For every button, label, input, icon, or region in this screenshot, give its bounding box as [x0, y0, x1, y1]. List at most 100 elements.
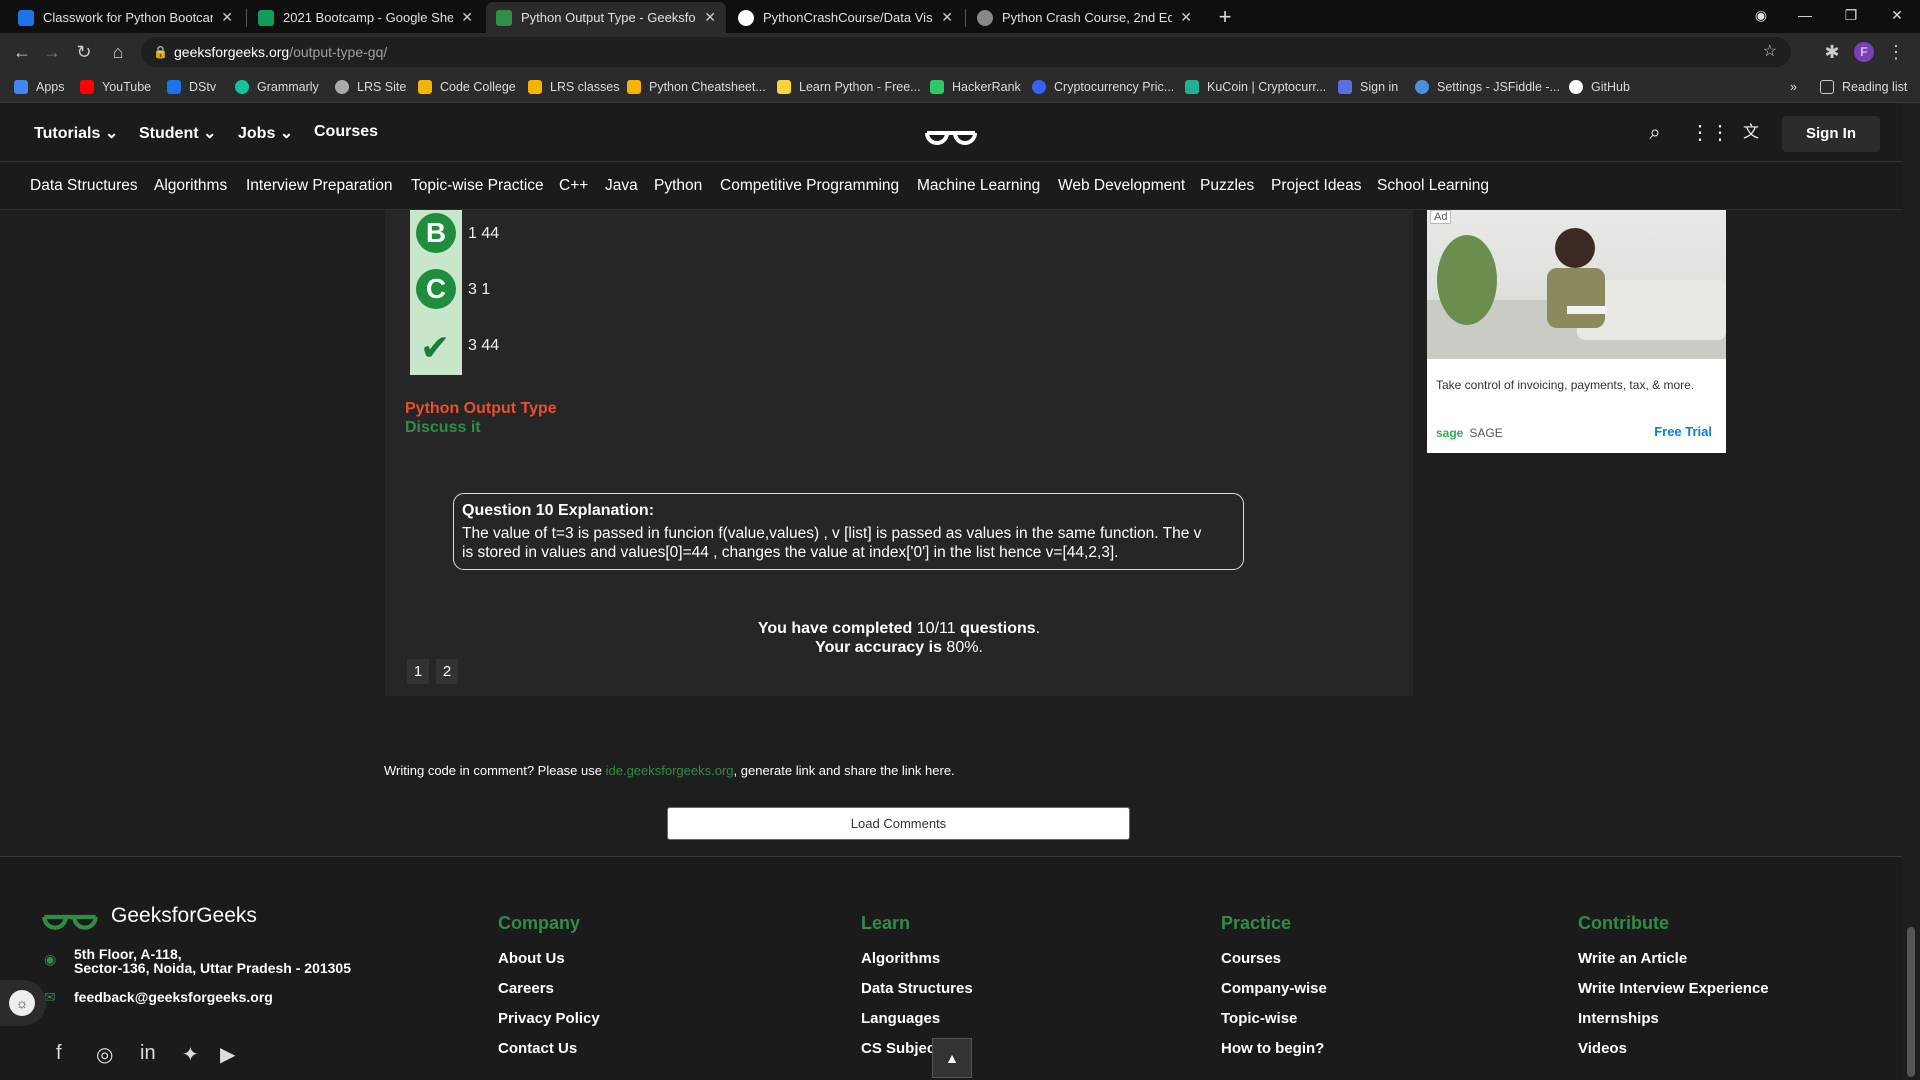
footer-link-write-article[interactable]: Write an Article — [1578, 950, 1687, 967]
scrollbar-thumb[interactable] — [1907, 927, 1915, 1077]
page-2-button[interactable]: 2 — [436, 659, 458, 684]
footer-link-how-to-begin[interactable]: How to begin? — [1221, 1040, 1324, 1057]
close-tab-icon[interactable]: ✕ — [461, 9, 473, 26]
bookmark-lrs-site[interactable]: LRS Site — [335, 78, 406, 96]
footer-link-write-interview[interactable]: Write Interview Experience — [1578, 980, 1769, 997]
subnav-algorithms[interactable]: Algorithms — [154, 177, 227, 195]
apps-grid-icon[interactable]: ⋮⋮ — [1690, 120, 1730, 146]
minimize-button[interactable]: — — [1782, 0, 1828, 33]
page-1-button[interactable]: 1 — [407, 659, 429, 684]
footer-link-contact[interactable]: Contact Us — [498, 1040, 577, 1057]
bookmark-code-college[interactable]: Code College — [418, 78, 516, 96]
option-c-marker[interactable]: C — [416, 269, 456, 309]
option-b-marker[interactable]: B — [416, 213, 456, 253]
browser-tab-active[interactable]: Python Output Type - GeeksforG ✕ — [486, 2, 726, 33]
menu-kebab-icon[interactable]: ⋮ — [1884, 40, 1908, 64]
reload-icon[interactable]: ↻ — [72, 40, 96, 64]
footer-link-topic-wise[interactable]: Topic-wise — [1221, 1010, 1297, 1027]
bookmark-dstv[interactable]: DStv — [167, 78, 216, 96]
extensions-icon[interactable]: ✱ — [1820, 40, 1844, 64]
close-tab-icon[interactable]: ✕ — [704, 9, 716, 26]
home-icon[interactable]: ⌂ — [106, 40, 130, 64]
advertisement[interactable]: Ad Take control of invoicing, payments, … — [1427, 210, 1726, 453]
subnav-topic-wise-practice[interactable]: Topic-wise Practice — [411, 177, 544, 195]
linkedin-icon[interactable]: in — [140, 1042, 156, 1065]
footer-link-careers[interactable]: Careers — [498, 980, 554, 997]
nav-jobs[interactable]: Jobs ⌄ — [238, 123, 293, 143]
instagram-icon[interactable]: ◎ — [96, 1042, 113, 1067]
subnav-competitive-programming[interactable]: Competitive Programming — [720, 177, 899, 195]
translate-icon[interactable]: 文 — [1738, 120, 1764, 146]
subnav-cpp[interactable]: C++ — [559, 177, 588, 195]
sign-in-button[interactable]: Sign In — [1782, 116, 1880, 152]
nav-student[interactable]: Student ⌄ — [139, 123, 216, 143]
footer-link-algorithms[interactable]: Algorithms — [861, 950, 940, 967]
bookmark-github[interactable]: GitHub — [1569, 78, 1630, 96]
discuss-link[interactable]: Discuss it — [405, 419, 481, 437]
bookmark-lrs-classes[interactable]: LRS classes — [528, 78, 619, 96]
ad-free-trial-link[interactable]: Free Trial — [1654, 424, 1712, 439]
search-icon[interactable]: ⌕ — [1642, 120, 1668, 146]
bookmark-learn-python[interactable]: Learn Python - Free... — [777, 78, 921, 96]
footer-link-internships[interactable]: Internships — [1578, 1010, 1659, 1027]
profile-dropdown-icon[interactable]: ◉ — [1738, 0, 1784, 33]
bookmark-sign-in[interactable]: Sign in — [1338, 78, 1398, 96]
twitter-icon[interactable]: ✦ — [182, 1042, 199, 1067]
close-window-button[interactable]: ✕ — [1874, 0, 1920, 33]
location-pin-icon: ◉ — [44, 951, 57, 967]
restore-button[interactable]: ❐ — [1828, 0, 1874, 33]
bookmark-jsfiddle[interactable]: Settings - JSFiddle -... — [1415, 78, 1560, 96]
page-scrollbar[interactable] — [1902, 103, 1920, 1080]
ide-link[interactable]: ide.geeksforgeeks.org — [606, 763, 734, 778]
subnav-machine-learning[interactable]: Machine Learning — [917, 177, 1040, 195]
new-tab-button[interactable]: + — [1212, 5, 1238, 31]
load-comments-button[interactable]: Load Comments — [667, 807, 1130, 840]
profile-avatar[interactable]: F — [1854, 42, 1874, 62]
footer-link-about[interactable]: About Us — [498, 950, 565, 967]
footer-link-languages[interactable]: Languages — [861, 1010, 940, 1027]
close-tab-icon[interactable]: ✕ — [1180, 9, 1192, 26]
subnav-java[interactable]: Java — [605, 177, 638, 195]
nav-tutorials[interactable]: Tutorials ⌄ — [34, 123, 118, 143]
nav-courses[interactable]: Courses — [314, 123, 378, 141]
back-icon[interactable]: ← — [10, 40, 34, 64]
bookmark-star-icon[interactable]: ☆ — [1763, 37, 1777, 67]
url-input[interactable]: 🔒 geeksforgeeks.org/output-type-gq/ ☆ — [141, 37, 1791, 67]
theme-toggle-button[interactable]: ☼ — [0, 980, 46, 1026]
bookmark-python-cheatsheet[interactable]: Python Cheatsheet... — [627, 78, 766, 96]
footer-link-videos[interactable]: Videos — [1578, 1040, 1627, 1057]
footer-email[interactable]: feedback@geeksforgeeks.org — [74, 989, 273, 1005]
close-tab-icon[interactable]: ✕ — [941, 9, 953, 26]
subnav-web-development[interactable]: Web Development — [1058, 177, 1185, 195]
bookmark-hackerrank[interactable]: HackerRank — [930, 78, 1021, 96]
browser-tab[interactable]: PythonCrashCourse/Data Visuali ✕ — [728, 2, 963, 33]
bookmarks-overflow-icon[interactable]: » — [1790, 78, 1797, 96]
subnav-puzzles[interactable]: Puzzles — [1200, 177, 1254, 195]
subnav-data-structures[interactable]: Data Structures — [30, 177, 138, 195]
youtube-icon[interactable]: ▶ — [220, 1042, 235, 1067]
forward-icon[interactable]: → — [40, 40, 64, 64]
footer-link-data-structures[interactable]: Data Structures — [861, 980, 973, 997]
browser-tab[interactable]: Python Crash Course, 2nd Editio ✕ — [967, 2, 1202, 33]
bookmark-youtube[interactable]: YouTube — [80, 78, 151, 96]
reading-list[interactable]: Reading list — [1820, 78, 1907, 96]
browser-tab[interactable]: Classwork for Python Bootcamp ✕ — [8, 2, 243, 33]
bookmark-cryptocurrency[interactable]: Cryptocurrency Pric... — [1032, 78, 1174, 96]
browser-tab[interactable]: 2021 Bootcamp - Google Sheets ✕ — [248, 2, 483, 33]
bookmark-apps[interactable]: Apps — [14, 78, 65, 96]
subnav-interview-preparation[interactable]: Interview Preparation — [246, 177, 392, 195]
facebook-icon[interactable]: f — [56, 1042, 62, 1065]
topic-link[interactable]: Python Output Type — [405, 400, 557, 418]
gfg-logo[interactable] — [923, 118, 979, 153]
subnav-project-ideas[interactable]: Project Ideas — [1271, 177, 1361, 195]
scroll-to-top-button[interactable]: ▲ — [932, 1038, 972, 1078]
bookmark-grammarly[interactable]: Grammarly — [235, 78, 319, 96]
subnav-python[interactable]: Python — [654, 177, 702, 195]
footer-link-courses[interactable]: Courses — [1221, 950, 1281, 967]
footer-link-company-wise[interactable]: Company-wise — [1221, 980, 1327, 997]
footer-link-privacy[interactable]: Privacy Policy — [498, 1010, 600, 1027]
subnav-school-learning[interactable]: School Learning — [1377, 177, 1489, 195]
bookmark-kucoin[interactable]: KuCoin | Cryptocurr... — [1185, 78, 1326, 96]
close-tab-icon[interactable]: ✕ — [221, 9, 233, 26]
globe-icon — [977, 9, 993, 26]
